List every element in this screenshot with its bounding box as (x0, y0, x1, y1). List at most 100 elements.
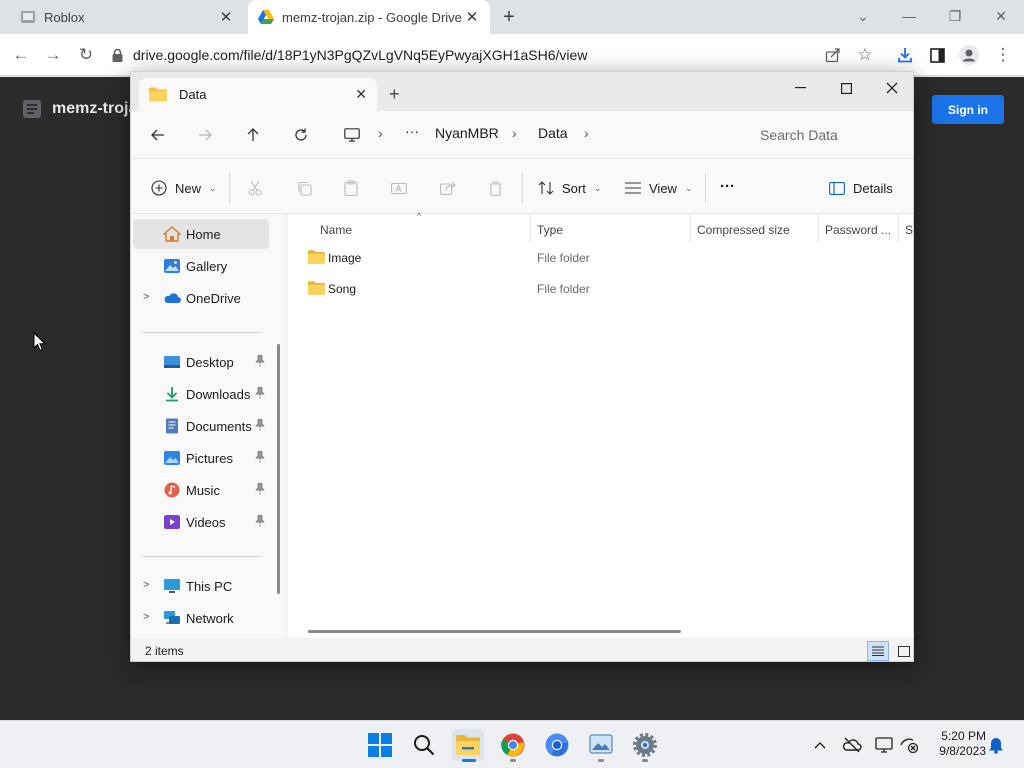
close-tab-icon[interactable]: ✕ (464, 8, 480, 26)
network-disconnected-icon[interactable] (899, 735, 919, 755)
sort-button[interactable]: Sort ⌄ (538, 177, 601, 199)
close-tab-icon[interactable]: ✕ (355, 86, 367, 103)
tab-roblox[interactable]: Roblox ✕ (10, 0, 244, 34)
details-button-label: Details (853, 180, 893, 196)
table-row[interactable]: Song File folder (288, 274, 908, 304)
chromium-taskbar-icon[interactable] (541, 729, 573, 761)
close-window-button[interactable] (869, 74, 913, 102)
tab-google-drive[interactable]: memz-trojan.zip - Google Drive ✕ (248, 0, 490, 34)
copy-icon[interactable] (293, 177, 315, 199)
display-icon[interactable] (874, 735, 894, 755)
bookmark-star-icon[interactable]: ☆ (854, 44, 876, 66)
minimize-button[interactable] (777, 74, 823, 102)
large-icons-view-toggle-icon[interactable] (893, 641, 913, 661)
chrome-taskbar-icon[interactable] (497, 729, 529, 761)
pin-icon[interactable] (255, 515, 265, 527)
pin-icon[interactable] (255, 387, 265, 399)
tab-search-chevron-icon[interactable]: ⌄ (850, 5, 876, 27)
column-header-name[interactable]: Name (320, 219, 352, 241)
forward-icon[interactable]: → (42, 44, 64, 66)
breadcrumb-item-data[interactable]: Data (538, 125, 568, 141)
up-arrow-icon[interactable] (242, 124, 264, 146)
gallery-icon (163, 258, 181, 274)
expand-chevron-icon[interactable]: > (143, 611, 149, 623)
nav-item-music[interactable]: Music (133, 475, 269, 505)
address-bar[interactable]: drive.google.com/file/d/18P1yN3PgQZvLgVN… (112, 41, 812, 69)
new-tab-button[interactable]: + (498, 6, 520, 28)
chrome-menu-icon[interactable]: ⋮ (992, 44, 1014, 66)
column-divider[interactable] (818, 214, 819, 242)
nav-item-onedrive[interactable]: > OneDrive (133, 283, 269, 313)
forward-arrow-icon[interactable] (194, 124, 216, 146)
column-divider[interactable] (530, 214, 531, 242)
column-header-compressed-size[interactable]: Compressed size (697, 219, 790, 241)
pin-icon[interactable] (255, 419, 265, 431)
search-input[interactable]: Search Data (736, 117, 913, 153)
refresh-icon[interactable] (290, 124, 312, 146)
image-viewer-taskbar-icon[interactable] (585, 729, 617, 761)
nav-item-videos[interactable]: Videos (133, 507, 269, 537)
download-icon[interactable] (894, 44, 916, 66)
back-icon[interactable]: ← (10, 44, 32, 66)
pin-icon[interactable] (255, 355, 265, 367)
breadcrumb-overflow[interactable]: ··· (405, 123, 419, 139)
notification-bell-icon[interactable] (986, 735, 1006, 755)
cut-icon[interactable] (244, 177, 266, 199)
clock-date: 9/8/2023 (939, 744, 986, 758)
rename-icon[interactable] (388, 177, 410, 199)
file-explorer-taskbar-icon[interactable] (452, 729, 484, 761)
breadcrumb-chevron-icon[interactable]: › (584, 125, 589, 141)
table-row[interactable]: Image File folder (288, 243, 908, 273)
nav-item-gallery[interactable]: Gallery (133, 251, 269, 281)
onedrive-offline-icon[interactable] (842, 735, 862, 755)
this-pc-monitor-icon[interactable] (341, 124, 363, 146)
delete-trash-icon[interactable] (484, 177, 506, 199)
close-tab-icon[interactable]: ✕ (218, 8, 234, 26)
column-divider[interactable] (898, 214, 899, 242)
breadcrumb-item-nyanmbr[interactable]: NyanMBR (435, 125, 499, 141)
nav-item-downloads[interactable]: Downloads (133, 379, 269, 409)
view-button[interactable]: View ⌄ (625, 177, 693, 199)
chevron-up-icon[interactable] (810, 735, 830, 755)
pin-icon[interactable] (255, 483, 265, 495)
expand-chevron-icon[interactable]: > (143, 291, 149, 303)
column-divider[interactable] (690, 214, 691, 242)
search-icon[interactable] (408, 729, 440, 761)
nav-pane-scrollbar[interactable] (277, 344, 280, 594)
system-clock[interactable]: 5:20 PM 9/8/2023 (928, 729, 986, 759)
explorer-tab-data[interactable]: Data ✕ (139, 78, 377, 111)
column-header-size[interactable]: Si (905, 219, 913, 241)
settings-gear-icon[interactable] (629, 729, 661, 761)
profile-avatar-icon[interactable] (958, 44, 980, 66)
share-icon[interactable] (437, 177, 459, 199)
column-header-password[interactable]: Password ... (825, 219, 891, 241)
restore-button[interactable]: ❐ (942, 5, 968, 27)
new-button[interactable]: New ⌄ (151, 177, 217, 199)
see-more-button[interactable]: ··· (720, 175, 735, 197)
details-view-toggle-icon[interactable] (867, 641, 889, 661)
windows-start-icon[interactable] (364, 729, 396, 761)
nav-item-pictures[interactable]: Pictures (133, 443, 269, 473)
paste-icon[interactable] (340, 177, 362, 199)
nav-item-home[interactable]: Home (133, 219, 269, 249)
reload-icon[interactable]: ↻ (75, 44, 97, 66)
side-panel-icon[interactable] (926, 44, 948, 66)
column-header-type[interactable]: Type (537, 219, 563, 241)
expand-chevron-icon[interactable]: > (143, 579, 149, 591)
nav-item-this-pc[interactable]: > This PC (133, 571, 269, 601)
new-explorer-tab-button[interactable]: + (389, 84, 400, 105)
nav-item-desktop[interactable]: Desktop (133, 347, 269, 377)
sign-in-button[interactable]: Sign in (932, 95, 1004, 124)
details-pane-button[interactable]: Details (829, 177, 893, 199)
nav-item-network[interactable]: > Network (133, 603, 269, 633)
back-arrow-icon[interactable] (147, 124, 169, 146)
minimize-button[interactable]: — (896, 5, 922, 27)
nav-item-documents[interactable]: Documents (133, 411, 269, 441)
share-icon[interactable] (822, 44, 844, 66)
horizontal-scrollbar[interactable] (308, 630, 681, 633)
breadcrumb-chevron-icon[interactable]: › (378, 125, 383, 141)
pin-icon[interactable] (255, 451, 265, 463)
maximize-button[interactable] (823, 74, 869, 102)
close-window-button[interactable]: ✕ (988, 5, 1014, 27)
breadcrumb-chevron-icon[interactable]: › (512, 125, 517, 141)
